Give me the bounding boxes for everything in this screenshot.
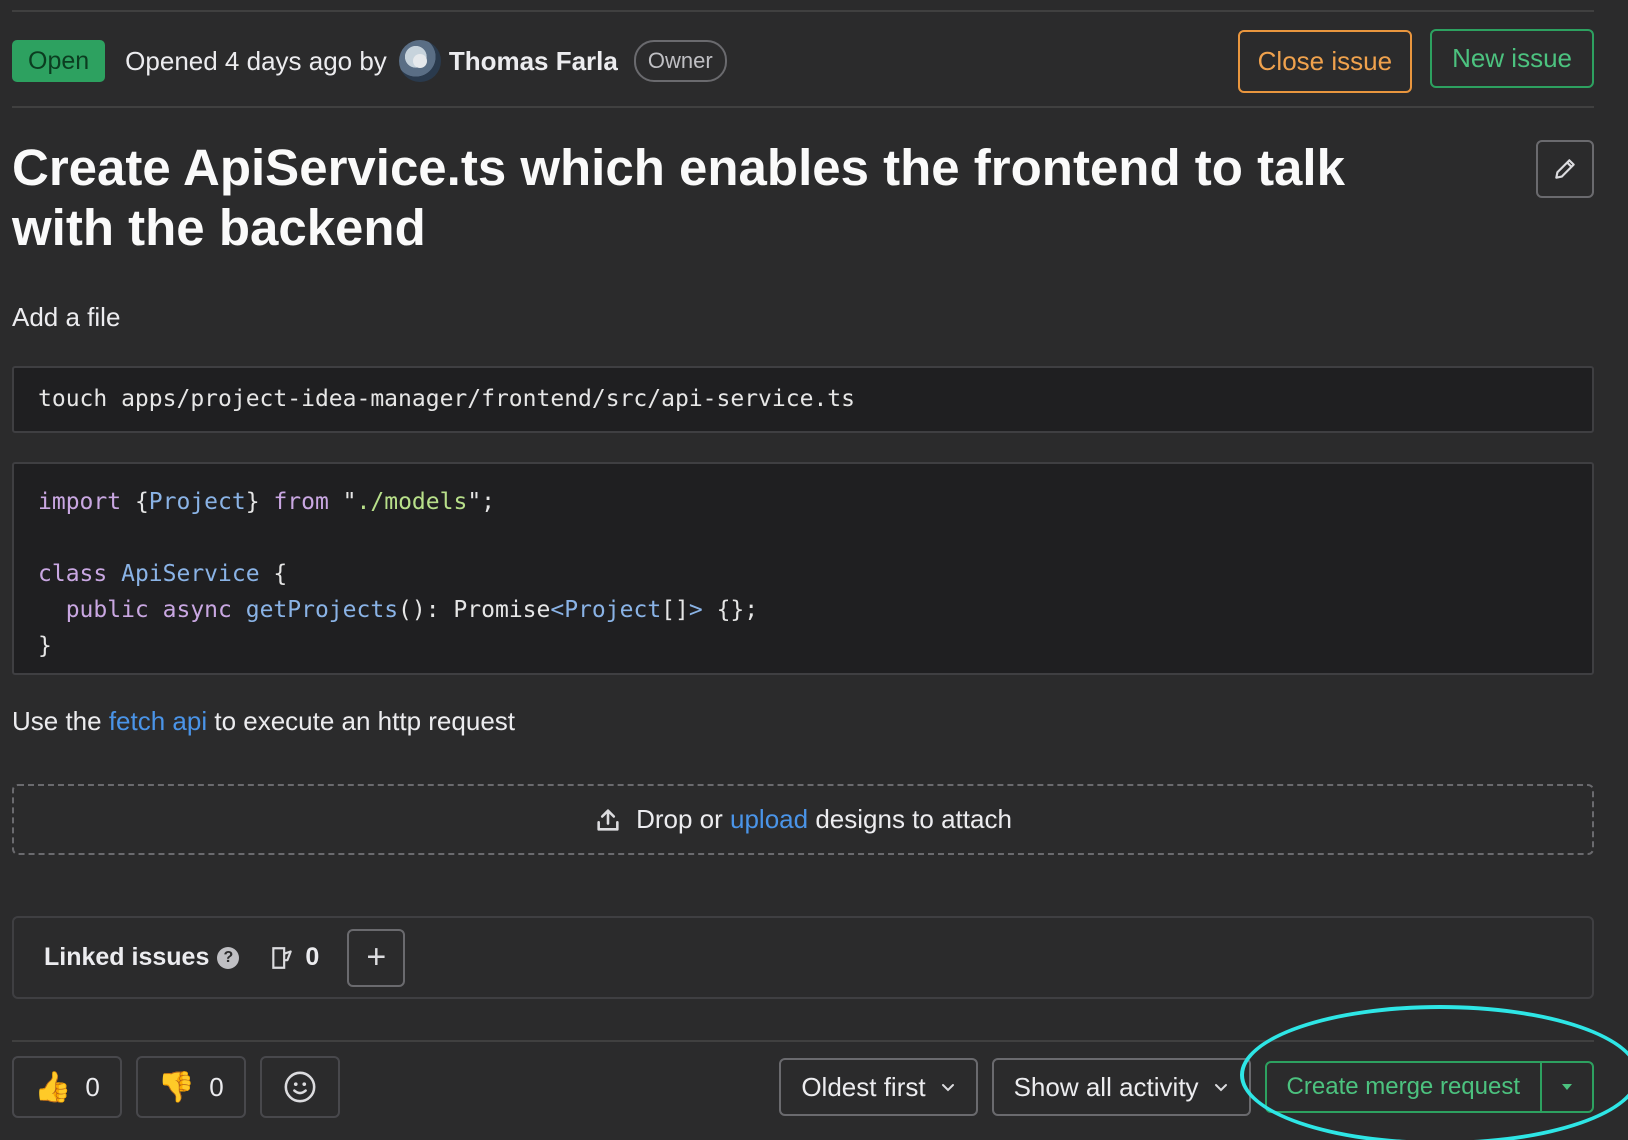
add-linked-issue-button[interactable]: + <box>347 928 406 987</box>
thumbs-down-button[interactable]: 👎 0 <box>135 1056 246 1118</box>
smiley-icon <box>284 1071 316 1103</box>
linked-issues-count: 0 <box>269 943 319 972</box>
role-badge: Owner <box>633 40 727 82</box>
command-text: touch apps/project-idea-manager/frontend… <box>38 386 855 412</box>
activity-toolbar: 👍 0 👎 0 Oldest first Show all activity C… <box>12 1056 1594 1118</box>
top-divider <box>12 10 1594 12</box>
design-dropzone[interactable]: Drop or upload designs to attach <box>12 784 1594 855</box>
create-merge-request-button[interactable]: Create merge request <box>1267 1063 1542 1111</box>
new-issue-button[interactable]: New issue <box>1430 28 1594 88</box>
opened-text: Opened 4 days ago by <box>125 45 387 76</box>
description-intro: Add a file <box>12 302 121 332</box>
avatar[interactable] <box>398 40 441 82</box>
caret-down-icon <box>1562 1084 1572 1090</box>
header-divider <box>12 106 1594 108</box>
add-reaction-button[interactable] <box>259 1056 340 1118</box>
thumbs-down-icon: 👎 <box>157 1070 196 1104</box>
help-icon[interactable]: ? <box>217 946 240 969</box>
close-issue-button[interactable]: Close issue <box>1237 29 1413 93</box>
status-badge: Open <box>12 40 106 82</box>
code-line-4: public async getProjects(): Promise<Proj… <box>38 597 759 623</box>
issues-icon <box>272 946 293 969</box>
fetch-paragraph: Use the fetch api to execute an http req… <box>12 706 515 736</box>
command-code-block: touch apps/project-idea-manager/frontend… <box>12 366 1594 433</box>
issue-page: Open Opened 4 days ago by Thomas Farla O… <box>0 0 1628 1140</box>
ts-code-block: import {Project} from "./models"; class … <box>12 462 1594 675</box>
author-link[interactable]: Thomas Farla <box>449 46 618 77</box>
activity-divider <box>12 1040 1594 1042</box>
pencil-icon <box>1555 159 1575 179</box>
upload-icon <box>594 806 622 834</box>
issue-header: Open Opened 4 days ago by Thomas Farla O… <box>12 28 1594 93</box>
thumbs-up-icon: 👍 <box>34 1070 72 1104</box>
merge-options-dropdown[interactable] <box>1542 1063 1592 1111</box>
linked-issues-title: Linked issues <box>44 943 210 971</box>
linked-issues-card: Linked issues ? 0 + <box>12 916 1594 999</box>
code-line-5: } <box>38 633 52 659</box>
code-line-3: class ApiService { <box>38 561 288 587</box>
merge-request-split-button: Create merge request <box>1264 1061 1594 1113</box>
code-line-1: import {Project} from "./models"; <box>38 489 496 515</box>
issue-title: Create ApiService.ts which enables the f… <box>12 139 1345 256</box>
chevron-down-icon <box>940 1079 956 1095</box>
edit-title-button[interactable] <box>1536 140 1594 198</box>
thumbs-up-button[interactable]: 👍 0 <box>12 1056 122 1118</box>
chevron-down-icon <box>1213 1079 1229 1095</box>
fetch-api-link[interactable]: fetch api <box>109 706 207 736</box>
sort-dropdown[interactable]: Oldest first <box>779 1058 978 1116</box>
upload-link[interactable]: upload <box>730 804 808 835</box>
activity-filter-dropdown[interactable]: Show all activity <box>991 1058 1251 1116</box>
